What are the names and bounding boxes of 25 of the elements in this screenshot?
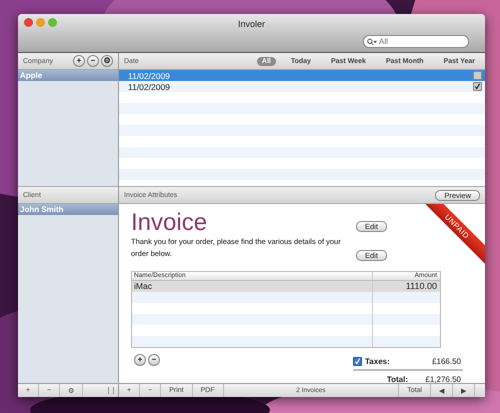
close-button[interactable] (24, 18, 33, 27)
round-button[interactable]: − (87, 55, 99, 67)
total-value: £1,276.50 (424, 374, 462, 383)
table-cell-text: 1110.00 (404, 281, 438, 292)
zoom-button[interactable] (48, 18, 57, 27)
date-text: 11/02/2009 (128, 82, 170, 92)
search-field[interactable]: All (363, 35, 469, 48)
round-button[interactable]: + (73, 55, 85, 67)
checkbox[interactable] (473, 82, 482, 91)
checkbox[interactable] (473, 71, 482, 80)
taxes-value: £166.50 (431, 356, 462, 366)
round-button[interactable]: − (148, 354, 160, 366)
total-label: Total: (386, 374, 408, 383)
resize-handle[interactable] (108, 387, 114, 394)
invoice-row[interactable]: 11/02/2009 (119, 70, 485, 81)
invoice-row[interactable]: 11/02/2009 (119, 81, 485, 92)
taxes-label: Taxes: (365, 356, 391, 366)
round-button[interactable]: ⚙ (101, 55, 113, 67)
minimize-button[interactable] (36, 18, 45, 27)
window-title: Involer (238, 19, 265, 29)
taxes-checkbox[interactable] (353, 356, 362, 366)
invoice-title: Invoice (131, 210, 208, 236)
date-text: 11/02/2009 (128, 70, 170, 80)
round-button[interactable]: + (134, 354, 146, 366)
search-icon (367, 38, 377, 46)
